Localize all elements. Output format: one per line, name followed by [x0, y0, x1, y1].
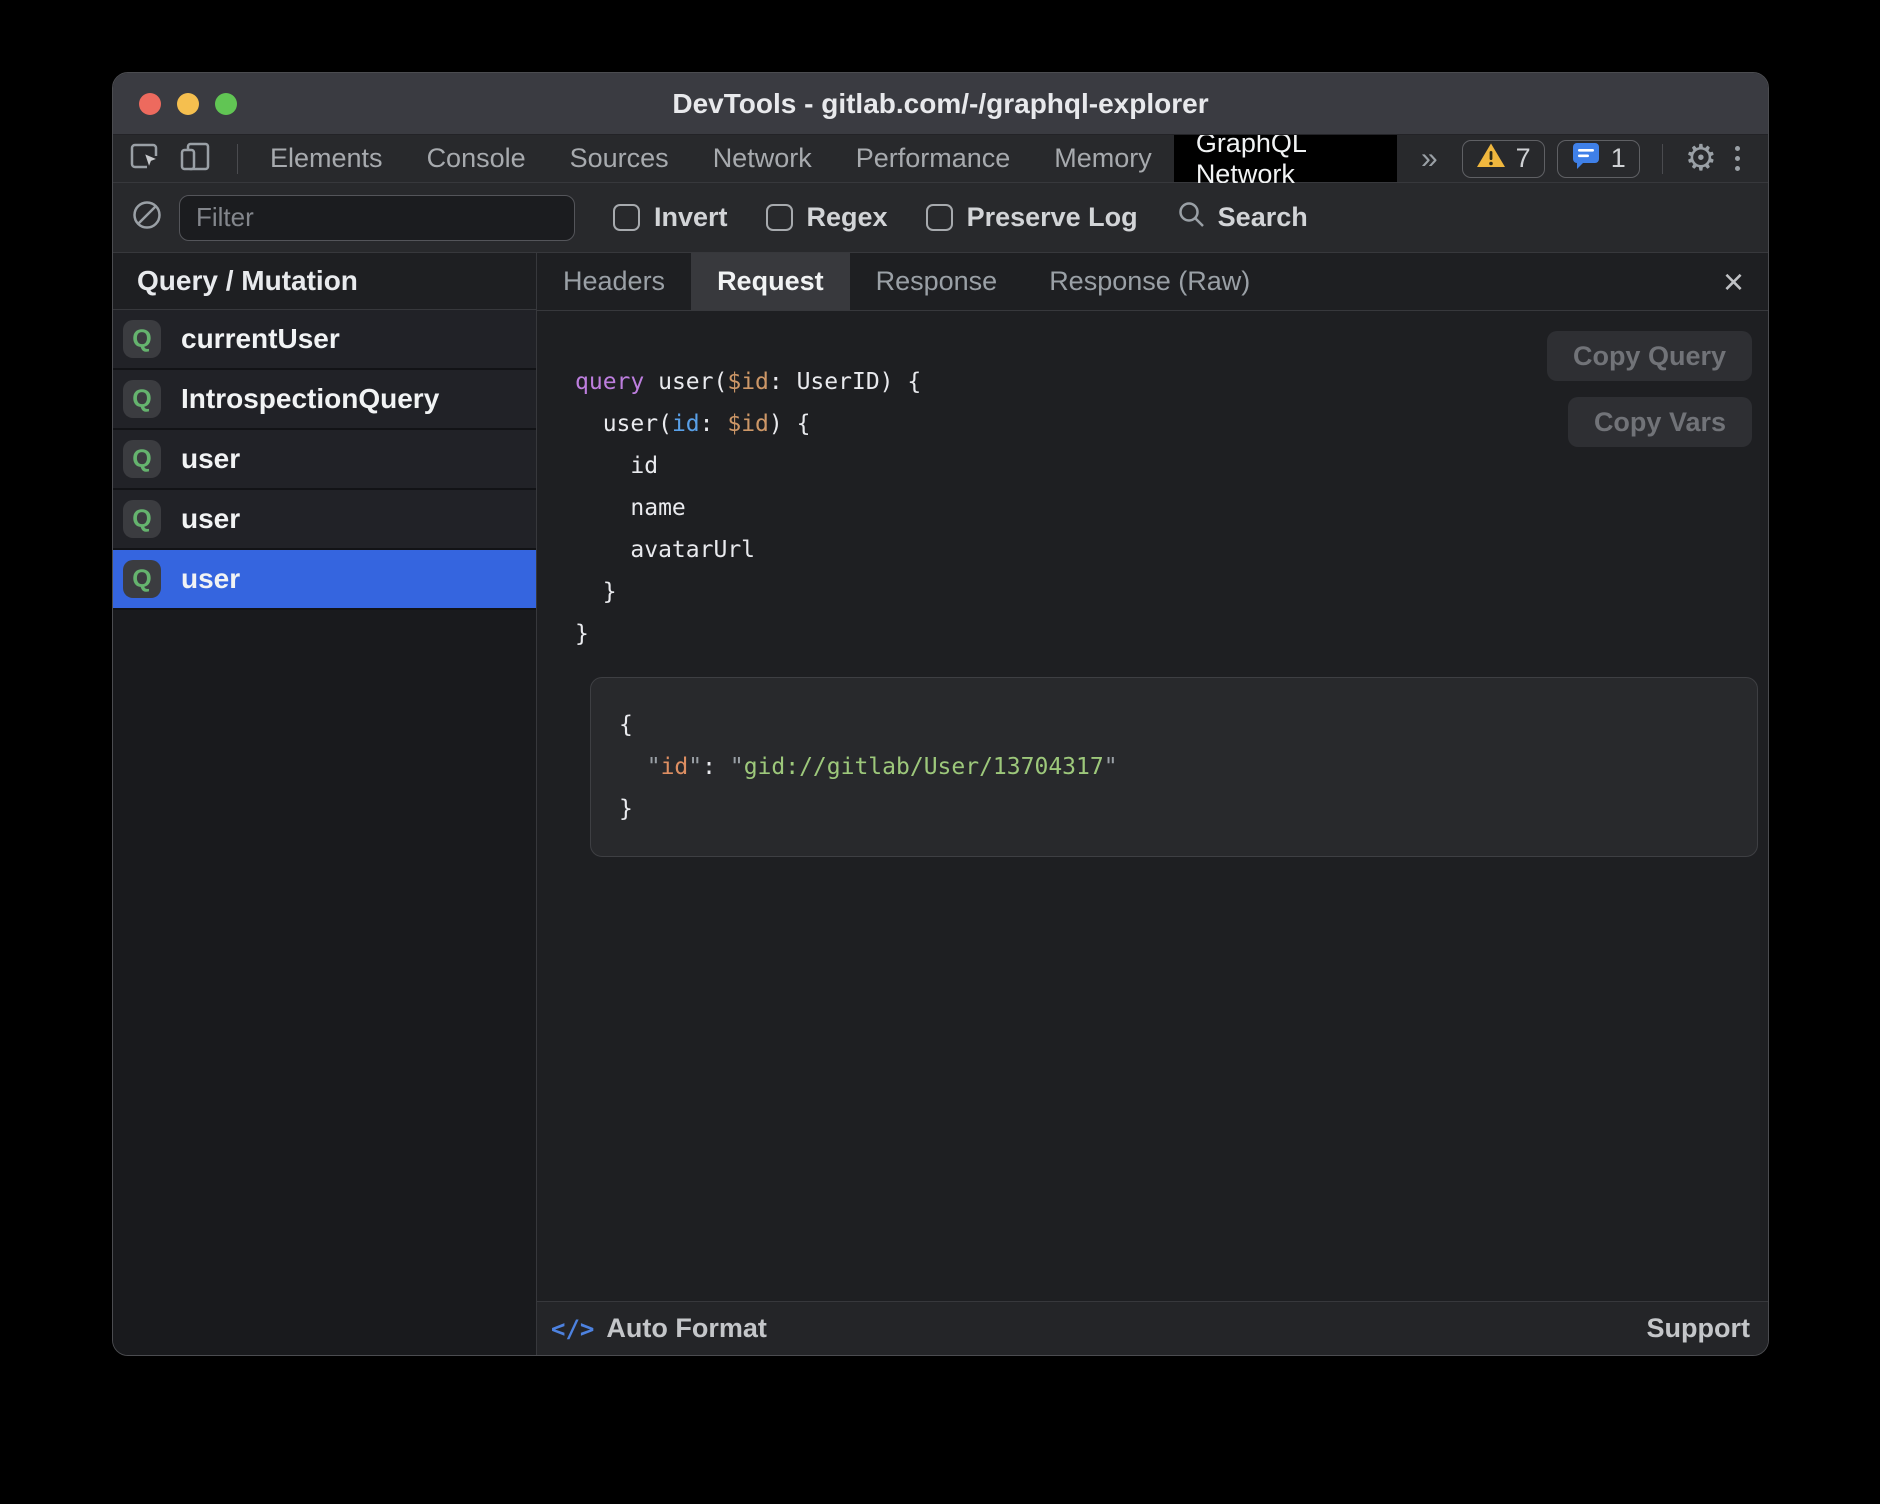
message-count: 1	[1611, 143, 1626, 174]
issues-badge[interactable]: 1	[1557, 140, 1640, 178]
tab-elements[interactable]: Elements	[248, 135, 405, 182]
detail-tab-response-raw-[interactable]: Response (Raw)	[1023, 253, 1276, 310]
detail-tab-headers[interactable]: Headers	[537, 253, 691, 310]
query-variables-box: { "id": "gid://gitlab/User/13704317"}	[590, 677, 1758, 857]
support-link[interactable]: Support	[1647, 1313, 1750, 1344]
checkbox-box	[926, 204, 953, 231]
checkbox-box	[766, 204, 793, 231]
code-line: {	[619, 704, 1729, 746]
query-name: user	[181, 503, 240, 535]
query-type-badge: Q	[123, 560, 161, 598]
toolbar-separator	[237, 144, 238, 174]
auto-format-button[interactable]: Auto Format	[606, 1313, 766, 1344]
warnings-badge[interactable]: 7	[1462, 140, 1545, 178]
device-toolbar-icon[interactable]	[177, 138, 213, 179]
checkbox-invert[interactable]: Invert	[613, 202, 728, 233]
code-line: }	[575, 571, 1768, 613]
code-line: avatarUrl	[575, 529, 1768, 571]
checkbox-label: Preserve Log	[967, 202, 1138, 233]
code-format-icon: </>	[551, 1315, 594, 1343]
filter-input[interactable]	[179, 195, 575, 241]
warning-icon	[1476, 142, 1506, 176]
devtools-tab-strip: ElementsConsoleSourcesNetworkPerformance…	[113, 135, 1768, 183]
query-type-badge: Q	[123, 320, 161, 358]
code-line: id	[575, 445, 1768, 487]
copy-vars-button[interactable]: Copy Vars	[1568, 397, 1752, 447]
checkbox-preserve-log[interactable]: Preserve Log	[926, 202, 1138, 233]
query-list-item[interactable]: Quser	[113, 430, 536, 490]
tab-console[interactable]: Console	[405, 135, 548, 182]
checkbox-label: Invert	[654, 202, 728, 233]
query-type-badge: Q	[123, 380, 161, 418]
query-type-badge: Q	[123, 440, 161, 478]
copy-query-button[interactable]: Copy Query	[1547, 331, 1752, 381]
devtools-window: DevTools - gitlab.com/-/graphql-explorer…	[112, 72, 1769, 1356]
code-line: name	[575, 487, 1768, 529]
tab-graphql-network[interactable]: GraphQL Network	[1174, 135, 1397, 182]
request-detail-panel: HeadersRequestResponseResponse (Raw) × q…	[537, 253, 1768, 1355]
query-list-header: Query / Mutation	[113, 253, 536, 310]
tab-performance[interactable]: Performance	[834, 135, 1033, 182]
inspect-element-icon[interactable]	[127, 138, 163, 179]
code-line: }	[619, 788, 1729, 830]
block-requests-icon[interactable]	[131, 199, 163, 236]
close-icon[interactable]: ×	[1717, 253, 1750, 310]
tab-network[interactable]: Network	[691, 135, 834, 182]
query-list-panel: Query / Mutation QcurrentUserQIntrospect…	[113, 253, 537, 1355]
search-label: Search	[1218, 202, 1308, 233]
checkbox-regex[interactable]: Regex	[766, 202, 888, 233]
toolbar-right-separator	[1662, 144, 1663, 174]
settings-gear-icon[interactable]: ⚙	[1685, 141, 1717, 177]
query-list-item[interactable]: Q IntrospectionQuery	[113, 370, 536, 430]
query-name: user	[181, 443, 240, 475]
detail-tab-response[interactable]: Response	[850, 253, 1024, 310]
code-line: "id": "gid://gitlab/User/13704317"	[619, 746, 1729, 788]
detail-tab-request[interactable]: Request	[691, 253, 850, 310]
detail-tab-strip: HeadersRequestResponseResponse (Raw) ×	[537, 253, 1768, 311]
checkbox-box	[613, 204, 640, 231]
message-icon	[1571, 140, 1601, 177]
search-toggle[interactable]: Search	[1176, 199, 1308, 236]
checkbox-label: Regex	[807, 202, 888, 233]
query-name: IntrospectionQuery	[181, 383, 439, 415]
tab-sources[interactable]: Sources	[548, 135, 691, 182]
query-name: user	[181, 563, 240, 595]
tab-memory[interactable]: Memory	[1032, 135, 1174, 182]
warning-count: 7	[1516, 143, 1531, 174]
query-name: currentUser	[181, 323, 340, 355]
more-tabs-chevron[interactable]: »	[1397, 135, 1462, 182]
code-line: }	[575, 613, 1768, 655]
query-list-item[interactable]: Quser	[113, 550, 536, 610]
request-tab-content: query user($id: UserID) { user(id: $id) …	[537, 311, 1768, 1301]
query-list-item[interactable]: QcurrentUser	[113, 310, 536, 370]
kebab-menu-icon[interactable]	[1729, 146, 1746, 171]
query-type-badge: Q	[123, 500, 161, 538]
filter-bar: Invert Regex Preserve Log Search	[113, 183, 1768, 253]
query-list-item[interactable]: Quser	[113, 490, 536, 550]
detail-footer: </> Auto Format Support	[537, 1301, 1768, 1355]
search-icon	[1176, 199, 1206, 236]
title-bar: DevTools - gitlab.com/-/graphql-explorer	[113, 73, 1768, 135]
window-title: DevTools - gitlab.com/-/graphql-explorer	[113, 88, 1768, 120]
